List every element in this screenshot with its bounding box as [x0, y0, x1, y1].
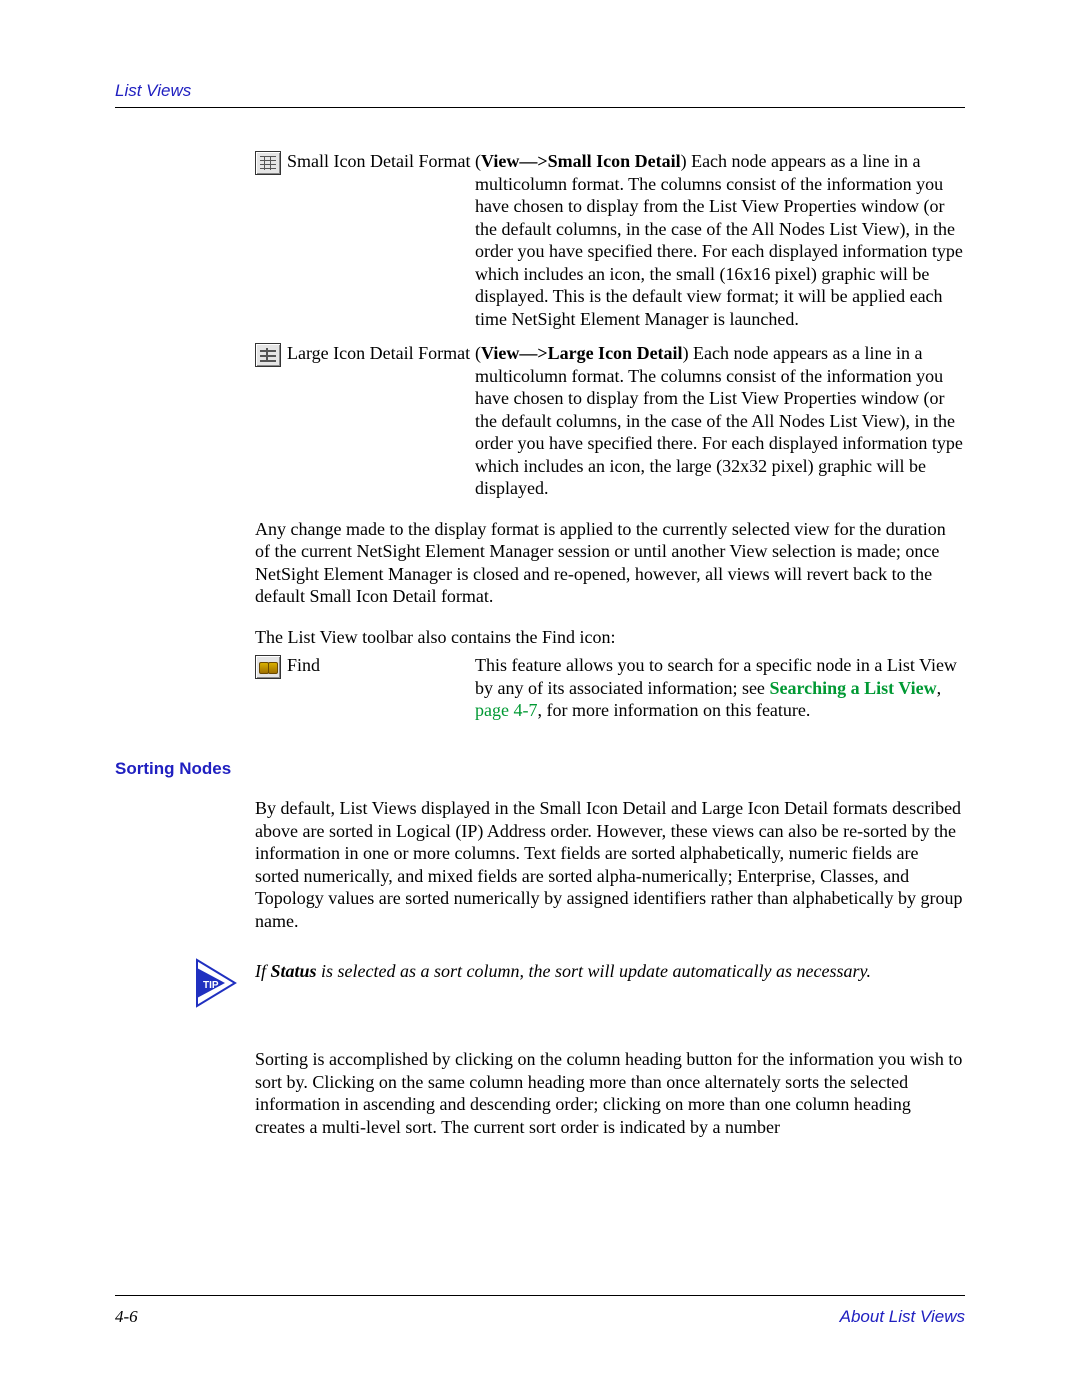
format-label-text: Small Icon Detail Format [287, 150, 470, 173]
find-intro-paragraph: The List View toolbar also contains the … [255, 626, 965, 649]
tip-row: TIP If Status is selected as a sort colu… [255, 958, 965, 1008]
format-row-small: Small Icon Detail Format (View—>Small Ic… [255, 150, 965, 330]
find-desc: This feature allows you to search for a … [475, 654, 965, 722]
large-icon-detail-icon [255, 343, 281, 367]
sorting-para1: By default, List Views displayed in the … [255, 797, 965, 932]
sorting-para2: Sorting is accomplished by clicking on t… [255, 1048, 965, 1138]
find-desc-after: , for more information on this feature. [537, 700, 810, 720]
format-label-text: Large Icon Detail Format [287, 342, 470, 365]
footer-rule [115, 1295, 965, 1296]
page-number: 4-6 [115, 1306, 138, 1327]
format-row-large: Large Icon Detail Format (View—>Large Ic… [255, 342, 965, 500]
menu-path-large: View—>Large Icon Detail [481, 343, 683, 363]
header-rule [115, 107, 965, 108]
page-footer: 4-6 About List Views [115, 1295, 965, 1327]
small-icon-detail-icon [255, 151, 281, 175]
find-pageref[interactable]: page 4-7 [475, 700, 537, 720]
format-label-large: Large Icon Detail Format [255, 342, 475, 367]
tip-prefix: If [255, 961, 271, 981]
format-desc-small-text: ) Each node appears as a line in a multi… [475, 151, 963, 329]
find-label-text: Find [287, 654, 320, 677]
sorting-heading: Sorting Nodes [115, 758, 965, 779]
find-row: Find This feature allows you to search f… [255, 654, 965, 722]
format-desc-large-text: ) Each node appears as a line in a multi… [475, 343, 963, 498]
footer-section: About List Views [840, 1306, 965, 1327]
format-desc-large: (View—>Large Icon Detail) Each node appe… [475, 342, 965, 500]
find-xref[interactable]: Searching a List View [769, 678, 936, 698]
footer-line: 4-6 About List Views [115, 1306, 965, 1327]
document-page: List Views Small Icon Detail Format (Vie… [0, 0, 1080, 1397]
body-column: Small Icon Detail Format (View—>Small Ic… [255, 150, 965, 722]
find-label: Find [255, 654, 475, 679]
tip-bold: Status [271, 961, 317, 981]
find-xref-sep: , [937, 678, 942, 698]
running-head: List Views [115, 80, 965, 101]
format-change-paragraph: Any change made to the display format is… [255, 518, 965, 608]
tip-text: If Status is selected as a sort column, … [255, 958, 965, 983]
sorting-column: By default, List Views displayed in the … [255, 797, 965, 1138]
format-label-small: Small Icon Detail Format [255, 150, 475, 175]
tip-icon: TIP [195, 958, 247, 1008]
format-desc-small: (View—>Small Icon Detail) Each node appe… [475, 150, 965, 330]
find-icon [255, 655, 281, 679]
tip-label-text: TIP [203, 980, 219, 991]
tip-rest: is selected as a sort column, the sort w… [317, 961, 871, 981]
menu-path-small: View—>Small Icon Detail [481, 151, 681, 171]
